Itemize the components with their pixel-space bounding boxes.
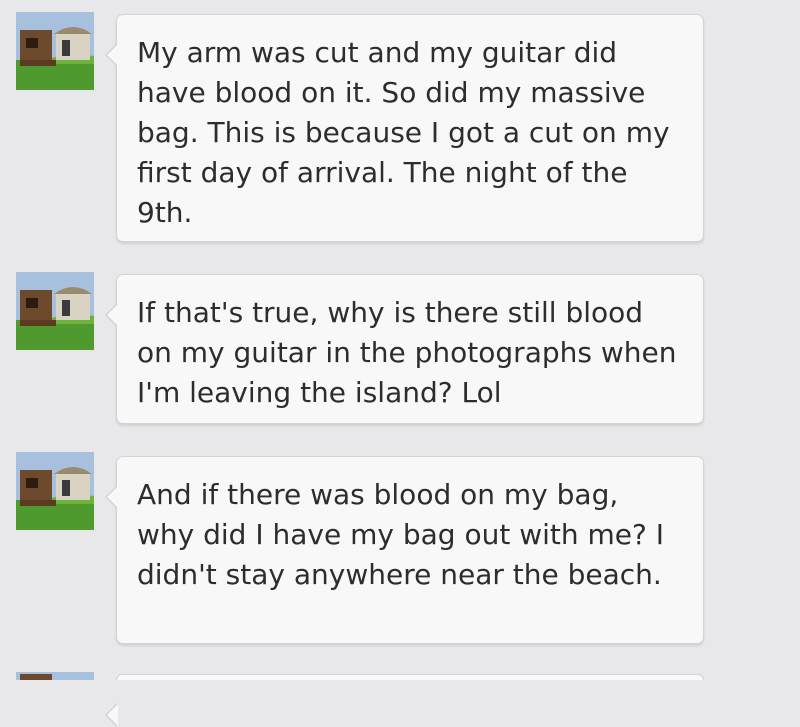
message-bubble[interactable]: My arm was cut and my guitar did have bl… (105, 14, 704, 242)
message-text: If that's true, why is there still blood… (137, 296, 677, 409)
message-text: My arm was cut and my guitar did have bl… (137, 36, 670, 229)
avatar[interactable] (16, 452, 94, 530)
hut-avatar-icon (16, 452, 94, 530)
hut-avatar-icon (16, 672, 94, 680)
message-bubble[interactable]: And if there was blood on my bag, why di… (105, 456, 704, 644)
message-text: And if there was blood on my bag, why di… (137, 478, 665, 591)
avatar[interactable] (16, 272, 94, 350)
message-bubble[interactable]: If that's true, why is there still blood… (105, 274, 704, 424)
avatar[interactable] (16, 12, 94, 90)
message-bubble[interactable] (105, 674, 704, 727)
hut-avatar-icon (16, 272, 94, 350)
hut-avatar-icon (16, 12, 94, 90)
avatar[interactable] (16, 672, 94, 680)
